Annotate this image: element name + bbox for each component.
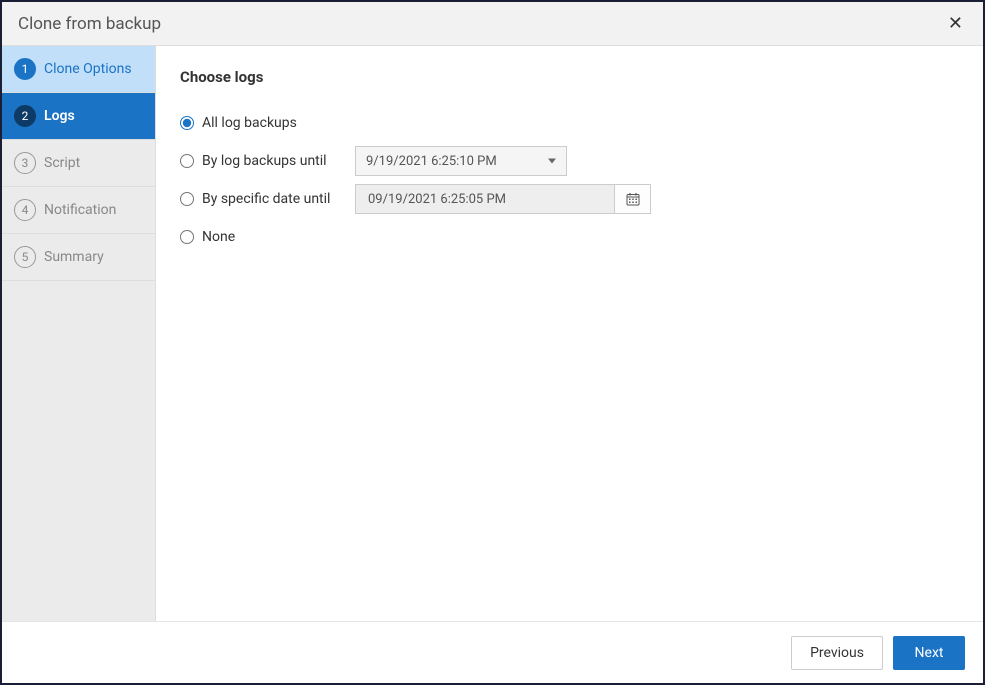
step-number: 5 [14, 246, 36, 268]
main-content: Choose logs All log backups By log backu… [156, 46, 983, 621]
dialog-body: 1 Clone Options 2 Logs 3 Script 4 Notifi… [2, 46, 983, 621]
option-all-log-backups: All log backups [180, 108, 959, 138]
radio-all-log-backups[interactable] [180, 116, 194, 130]
chevron-down-icon [548, 159, 556, 164]
radio-label-by-log-backups[interactable]: By log backups until [202, 153, 347, 169]
specific-date-input[interactable]: 09/19/2021 6:25:05 PM [355, 184, 615, 214]
close-icon[interactable]: ✕ [944, 15, 967, 33]
step-label: Summary [44, 249, 104, 265]
step-number: 2 [14, 105, 36, 127]
step-label: Notification [44, 202, 116, 218]
next-button[interactable]: Next [893, 636, 965, 670]
step-label: Script [44, 155, 80, 171]
clone-from-backup-dialog: Clone from backup ✕ 1 Clone Options 2 Lo… [0, 0, 985, 685]
option-by-specific-date-until: By specific date until 09/19/2021 6:25:0… [180, 184, 959, 214]
wizard-step-logs[interactable]: 2 Logs [2, 93, 155, 140]
wizard-sidebar: 1 Clone Options 2 Logs 3 Script 4 Notifi… [2, 46, 156, 621]
dialog-footer: Previous Next [2, 621, 983, 683]
content-heading: Choose logs [180, 68, 959, 86]
previous-button[interactable]: Previous [791, 636, 883, 670]
datetime-value: 09/19/2021 6:25:05 PM [368, 192, 506, 207]
radio-by-log-backups-until[interactable] [180, 154, 194, 168]
step-number: 4 [14, 199, 36, 221]
option-by-log-backups-until: By log backups until 9/19/2021 6:25:10 P… [180, 146, 959, 176]
wizard-step-script[interactable]: 3 Script [2, 140, 155, 187]
radio-by-specific-date-until[interactable] [180, 192, 194, 206]
dialog-header: Clone from backup ✕ [2, 2, 983, 46]
radio-none[interactable] [180, 230, 194, 244]
log-backup-timestamp-select[interactable]: 9/19/2021 6:25:10 PM [355, 146, 567, 176]
radio-label-by-specific-date[interactable]: By specific date until [202, 191, 347, 207]
step-number: 1 [14, 58, 36, 80]
calendar-picker-button[interactable] [615, 184, 651, 214]
datetime-group: 09/19/2021 6:25:05 PM [355, 184, 651, 214]
wizard-step-summary[interactable]: 5 Summary [2, 234, 155, 281]
wizard-step-clone-options[interactable]: 1 Clone Options [2, 46, 155, 93]
radio-label-none[interactable]: None [202, 229, 235, 245]
dialog-title: Clone from backup [18, 14, 161, 34]
step-label: Logs [44, 108, 75, 124]
radio-label-all[interactable]: All log backups [202, 115, 297, 131]
select-value: 9/19/2021 6:25:10 PM [366, 154, 497, 169]
step-number: 3 [14, 152, 36, 174]
calendar-icon [626, 192, 640, 206]
step-label: Clone Options [44, 61, 132, 77]
option-none: None [180, 222, 959, 252]
wizard-step-notification[interactable]: 4 Notification [2, 187, 155, 234]
